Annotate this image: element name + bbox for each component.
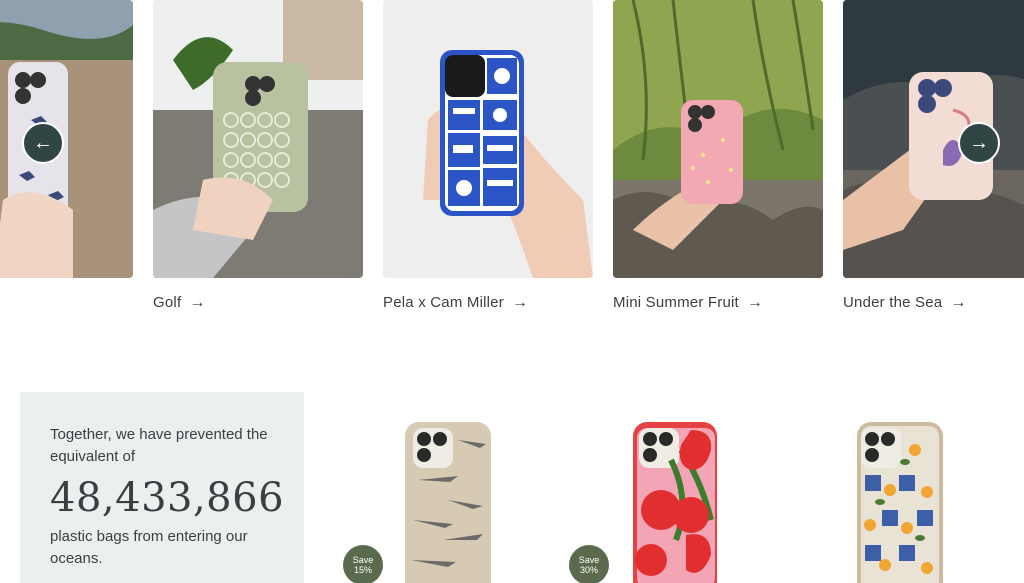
collection-label[interactable]: Mini Summer Fruit → [613,294,823,311]
arrow-right-icon: → [511,293,529,311]
badge-label: Save [352,555,374,565]
arrow-right-icon: → [746,293,764,311]
collection-image[interactable] [383,0,593,278]
badge-value: 15% [353,565,372,575]
collection-label[interactable]: Golf → [153,294,363,311]
collection-card-horses[interactable]: ound → [0,0,133,311]
arrow-right-icon: → [969,131,989,154]
collection-name[interactable]: Under the Sea [843,294,942,311]
product-image[interactable] [631,420,721,583]
impact-number: 48,433,866 [50,475,285,521]
product-card-tile-lemon-case[interactable] [855,420,945,583]
collection-image[interactable] [153,0,363,278]
impact-stat-panel: Together, we have prevented the equivale… [20,392,304,583]
badge-label: Save [578,555,600,565]
product-card-shark-case[interactable] [403,420,493,583]
collection-image[interactable] [0,0,133,278]
collection-name[interactable]: Pela x Cam Miller [383,294,504,311]
discount-badge: Save 15% [343,545,383,583]
impact-outro-text: plastic bags from entering our oceans. [50,528,248,567]
collection-name[interactable]: Golf [153,294,181,311]
product-image[interactable] [403,420,493,583]
badge-value: 30% [579,565,598,575]
carousel-prev-button[interactable]: ← [22,122,64,164]
product-image[interactable] [855,420,945,583]
collection-label[interactable]: Under the Sea → [843,294,1024,311]
collection-name[interactable]: Mini Summer Fruit [613,294,739,311]
product-card-strawberry-case[interactable] [631,420,721,583]
collection-image[interactable] [613,0,823,278]
impact-intro-text: Together, we have prevented the equivale… [50,426,268,465]
discount-badge: Save 30% [569,545,609,583]
collection-card-golf[interactable]: Golf → [153,0,363,311]
collection-label[interactable]: Pela x Cam Miller → [383,294,593,311]
collection-card-pela-x-cam-miller[interactable]: Pela x Cam Miller → [383,0,593,311]
arrow-left-icon: ← [33,131,53,154]
arrow-right-icon: → [950,293,967,311]
collection-card-under-the-sea[interactable]: Under the Sea → [843,0,1024,311]
collection-label[interactable]: ound → [0,294,133,311]
arrow-right-icon: → [189,293,206,311]
collection-card-mini-summer-fruit[interactable]: Mini Summer Fruit → [613,0,823,311]
collection-carousel: ound → [0,0,1024,330]
carousel-next-button[interactable]: → [958,122,1000,164]
